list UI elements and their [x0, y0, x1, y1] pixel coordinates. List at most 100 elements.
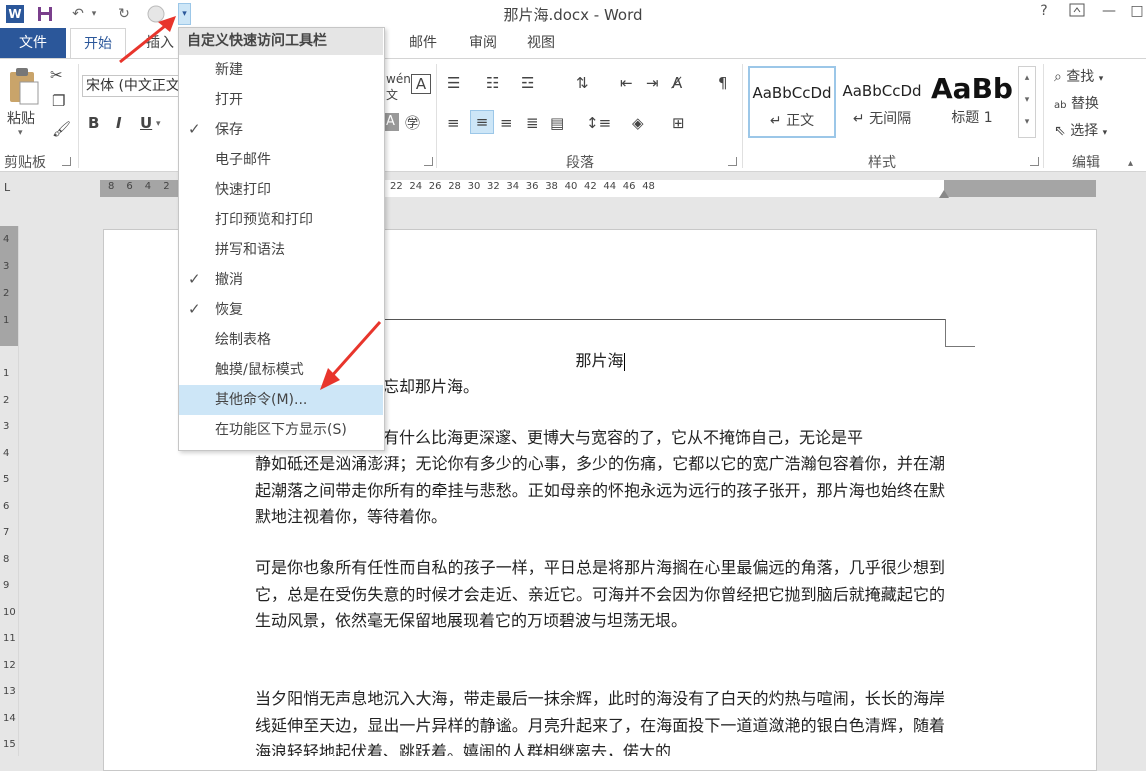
- vertical-ruler-tick: 2: [3, 394, 10, 406]
- font-launcher-icon[interactable]: [424, 157, 433, 166]
- increase-indent-icon[interactable]: ⇥: [646, 74, 659, 92]
- ruler-tick: 2: [163, 181, 170, 192]
- character-border-icon[interactable]: A: [411, 74, 431, 94]
- menu-item[interactable]: 打印预览和打印: [179, 205, 383, 235]
- ruler-tick: 40: [564, 181, 578, 192]
- align-right-icon[interactable]: ≡: [500, 114, 513, 132]
- justify-icon[interactable]: ≣: [526, 114, 539, 132]
- minimize-button[interactable]: —: [1098, 3, 1120, 23]
- find-button[interactable]: ⌕ 查找 ▾: [1054, 66, 1103, 86]
- align-center-icon[interactable]: ≡: [470, 110, 494, 134]
- bold-button[interactable]: B: [88, 114, 99, 132]
- find-label: 查找: [1066, 69, 1095, 85]
- menu-item[interactable]: 电子邮件: [179, 145, 383, 175]
- tab-review[interactable]: 审阅: [460, 28, 506, 58]
- select-button[interactable]: ⇖ 选择 ▾: [1054, 120, 1107, 140]
- menu-item[interactable]: 在功能区下方显示(S): [179, 415, 383, 445]
- style-heading-1[interactable]: AaBb 标题 1: [928, 66, 1016, 138]
- styles-group-label: 样式: [868, 155, 896, 171]
- menu-item[interactable]: 撤消: [179, 265, 383, 295]
- separator: [742, 64, 743, 168]
- restore-button[interactable]: □: [1126, 3, 1146, 23]
- checkmark-icon: ✓: [188, 120, 201, 138]
- tab-file[interactable]: 文件: [0, 28, 66, 58]
- cut-icon[interactable]: ✂: [50, 66, 63, 84]
- help-button[interactable]: ?: [1033, 3, 1055, 23]
- line1-tail[interactable]: 忘却那片海。: [383, 374, 683, 401]
- ruler-tick: 32: [487, 181, 500, 192]
- multilevel-list-icon[interactable]: ☲: [521, 74, 534, 92]
- ruler-tick: 22: [390, 181, 403, 192]
- vertical-ruler-tick: 13: [3, 686, 16, 697]
- shading-icon[interactable]: ◈: [632, 114, 644, 132]
- clipboard-launcher-icon[interactable]: [62, 157, 71, 166]
- show-marks-icon[interactable]: ¶: [718, 74, 728, 92]
- paste-icon[interactable]: [6, 66, 40, 106]
- clipboard-group-label: 剪贴板: [4, 155, 46, 171]
- bullets-icon[interactable]: ☰: [447, 74, 460, 92]
- menu-item[interactable]: 保存: [179, 115, 383, 145]
- vertical-ruler-tick: 11: [3, 633, 16, 644]
- ribbon-display-options-button[interactable]: [1066, 3, 1088, 23]
- tab-view[interactable]: 视图: [518, 28, 564, 58]
- style-normal[interactable]: AaBbCcDd ↵ 正文: [748, 66, 836, 138]
- paragraph-group-label: 段落: [566, 155, 594, 171]
- ruler-tick: 46: [622, 181, 636, 192]
- distributed-icon[interactable]: ▤: [550, 114, 564, 132]
- ruler-tick: 36: [525, 181, 539, 192]
- style-normal-name: ↵ 正文: [769, 113, 815, 129]
- paste-dropdown-icon[interactable]: ▾: [18, 128, 23, 138]
- borders-icon[interactable]: ⊞: [672, 114, 685, 132]
- annotation-arrow-1: [119, 16, 176, 64]
- collapse-ribbon-icon[interactable]: ▴: [1128, 158, 1133, 169]
- ruler-tick: 34: [506, 181, 520, 192]
- ruler-tick: 4: [144, 181, 152, 192]
- menu-header: 自定义快速访问工具栏: [179, 28, 383, 55]
- replace-button[interactable]: ab 替换: [1054, 93, 1099, 113]
- styles-scroll[interactable]: ▴ ▾ ▾: [1018, 66, 1036, 138]
- paragraph-1[interactable]: 静如砥还是汹涌澎湃；无论你有多少的心事，多少的伤痛，它都以它的宽广浩瀚包容着你，…: [255, 451, 945, 531]
- find-icon: ⌕: [1054, 69, 1062, 85]
- vertical-ruler[interactable]: [0, 226, 19, 756]
- underline-button[interactable]: U: [140, 114, 152, 132]
- asian-layout-icon[interactable]: ⇅: [576, 74, 589, 92]
- right-indent-marker[interactable]: [939, 190, 949, 198]
- font-name-value: 宋体 (中文正文: [86, 78, 180, 94]
- paragraph-2[interactable]: 可是你也象所有任性而自私的孩子一样，平日总是将那片海搁在心里最偏远的角落，几乎很…: [255, 555, 945, 661]
- tab-selector[interactable]: L: [4, 181, 10, 194]
- paragraph-launcher-icon[interactable]: [728, 157, 737, 166]
- italic-button[interactable]: I: [116, 114, 122, 132]
- vertical-ruler-tick: 10: [3, 606, 16, 618]
- vertical-ruler-tick: 8: [3, 553, 10, 565]
- ruler-tick: 28: [448, 181, 461, 192]
- enclose-characters-icon[interactable]: ㊫: [405, 112, 420, 133]
- format-painter-icon[interactable]: 🖌: [52, 120, 71, 138]
- separator: [436, 64, 437, 168]
- vertical-ruler-tick: 9: [3, 580, 10, 591]
- line-spacing-icon[interactable]: ↕≡: [586, 114, 611, 132]
- numbering-icon[interactable]: ☷: [486, 74, 499, 92]
- copy-icon[interactable]: ❐: [52, 92, 65, 110]
- text-direction-icon[interactable]: A̸: [672, 74, 682, 92]
- style-no-spacing[interactable]: AaBbCcDd ↵ 无间隔: [838, 66, 926, 138]
- tab-mailings[interactable]: 邮件: [400, 28, 446, 58]
- menu-item[interactable]: 拼写和语法: [179, 235, 383, 265]
- decrease-indent-icon[interactable]: ⇤: [620, 74, 633, 92]
- menu-item[interactable]: 快速打印: [179, 175, 383, 205]
- vertical-ruler-tick: 5: [3, 474, 10, 485]
- phonetic-guide-icon[interactable]: wén 文: [386, 72, 411, 103]
- vertical-ruler-tick: 6: [3, 500, 10, 512]
- vertical-ruler-tick: 14: [3, 712, 16, 724]
- paragraph-3[interactable]: 当夕阳悄无声息地沉入大海，带走最后一抹余辉，此时的海没有了白天的灼热与喧闹，长长…: [255, 686, 945, 756]
- font-name-box[interactable]: 宋体 (中文正文: [82, 75, 182, 97]
- vertical-ruler-tick: 1: [3, 368, 10, 379]
- annotation-arrow-2: [320, 321, 382, 390]
- ruler-tick: 6: [126, 181, 133, 192]
- underline-dropdown-icon[interactable]: ▾: [156, 119, 161, 129]
- menu-item[interactable]: 打开: [179, 85, 383, 115]
- menu-item[interactable]: 新建: [179, 55, 383, 85]
- paste-button[interactable]: 粘贴: [7, 108, 35, 128]
- styles-launcher-icon[interactable]: [1030, 157, 1039, 166]
- align-left-icon[interactable]: ≡: [447, 114, 460, 132]
- paragraph-1-head[interactable]: 有什么比海更深邃、更博大与宽容的了，它从不掩饰自己，无论是平: [383, 425, 945, 452]
